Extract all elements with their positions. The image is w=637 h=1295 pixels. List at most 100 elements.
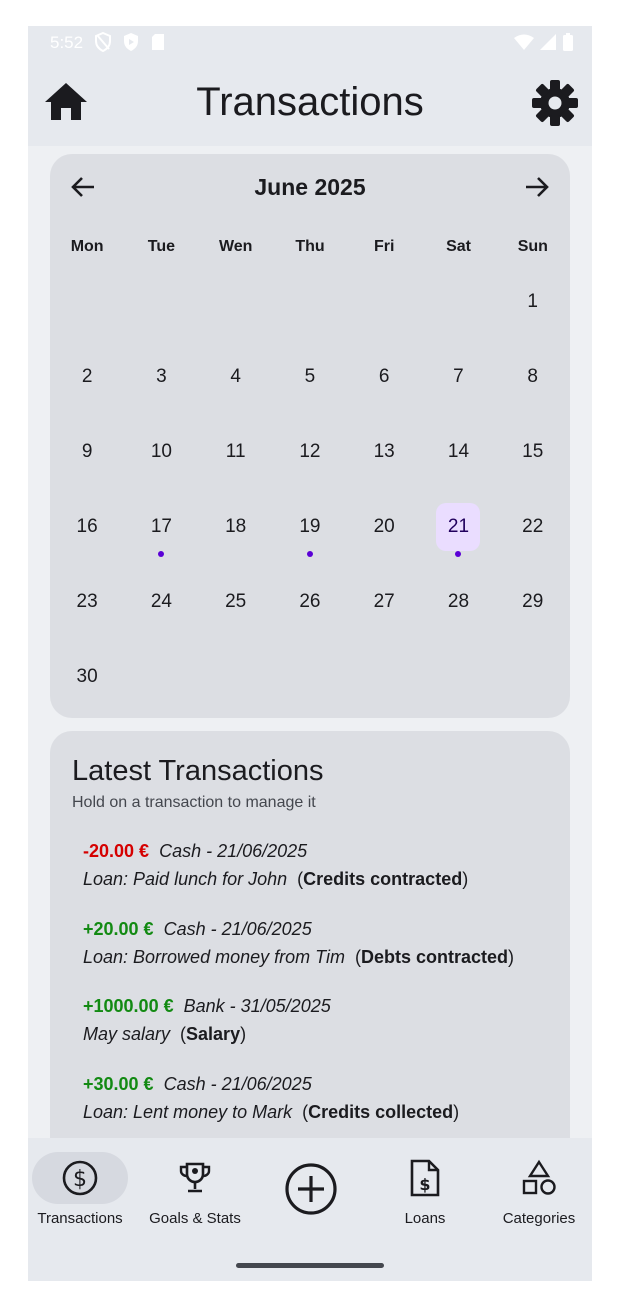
transaction-meta: Bank - 31/05/2025	[183, 996, 331, 1016]
gear-icon[interactable]	[530, 78, 580, 128]
day-number: 28	[447, 590, 470, 612]
transaction-line-1: +20.00 € Cash - 21/06/2025	[83, 915, 563, 943]
transaction-category: Credits collected	[308, 1101, 454, 1122]
day-number: 19	[299, 515, 321, 537]
weekday-label: Fri	[374, 238, 395, 255]
day-cell[interactable]: 2	[50, 339, 124, 414]
day-number: 25	[225, 590, 247, 612]
gesture-bar[interactable]	[236, 1263, 384, 1268]
transaction-description: Loan: Paid lunch for John	[83, 869, 288, 889]
arrow-right-icon[interactable]	[522, 172, 552, 202]
day-number: 20	[373, 515, 395, 537]
day-number: 16	[76, 515, 98, 537]
day-number: 27	[373, 590, 395, 612]
transaction-line-2: Loan: Paid lunch for John (Credits contr…	[83, 869, 469, 889]
transaction-dot	[306, 551, 313, 557]
day-number: 4	[230, 365, 241, 387]
day-number: 15	[522, 440, 544, 462]
day-cell[interactable]: 28	[421, 564, 495, 639]
sd-card-icon	[152, 34, 164, 50]
day-cell[interactable]: 25	[199, 564, 273, 639]
day-cell[interactable]: 1	[496, 264, 570, 339]
day-cell[interactable]: 12	[273, 414, 347, 489]
day-cell[interactable]: 30	[50, 639, 124, 714]
day-cell[interactable]: 4	[199, 339, 273, 414]
invoice-dollar-icon: $	[410, 1159, 440, 1197]
app-screen: 5:52 Transactions June 2025 Mon Tue Wen …	[28, 26, 592, 1281]
day-cell[interactable]: 17	[124, 489, 198, 564]
transaction-amount: +1000.00 €	[83, 996, 174, 1016]
day-number: 26	[299, 590, 321, 612]
day-number: 23	[76, 590, 98, 612]
day-cell[interactable]: 20	[347, 489, 421, 564]
weekday-label: Wen	[218, 238, 253, 255]
day-cell[interactable]: 16	[50, 489, 124, 564]
transaction-list: -20.00 € Cash - 21/06/2025 Loan: Paid lun…	[83, 837, 563, 1147]
dollar-circle-icon: $	[62, 1160, 98, 1196]
signal-icon	[540, 34, 556, 50]
empty-day-cell	[50, 264, 124, 339]
transaction-line-2: May salary (Salary)	[83, 1024, 247, 1044]
nav-transactions[interactable]: $ Transactions	[28, 1152, 135, 1227]
day-cell[interactable]: 15	[496, 414, 570, 489]
day-number: 29	[522, 590, 544, 612]
day-cell[interactable]: 14	[421, 414, 495, 489]
day-cell[interactable]: 23	[50, 564, 124, 639]
day-cell[interactable]: 13	[347, 414, 421, 489]
day-cell[interactable]: 8	[496, 339, 570, 414]
day-cell[interactable]: 29	[496, 564, 570, 639]
transaction-item[interactable]: +30.00 € Cash - 21/06/2025 Loan: Lent mon…	[83, 1070, 563, 1148]
transaction-item[interactable]: -20.00 € Cash - 21/06/2025 Loan: Paid lun…	[83, 837, 563, 915]
section-title: Latest Transactions	[72, 755, 324, 787]
day-number: 13	[373, 440, 395, 462]
top-app-bar: Transactions	[28, 60, 592, 146]
day-number: 11	[225, 440, 246, 462]
transaction-item[interactable]: +1000.00 € Bank - 31/05/2025 May salary (…	[83, 992, 563, 1070]
day-number: 9	[81, 440, 93, 462]
day-cell[interactable]: 21	[421, 489, 495, 564]
day-cell[interactable]: 22	[496, 489, 570, 564]
day-cell[interactable]: 19	[273, 489, 347, 564]
day-cell[interactable]: 3	[124, 339, 198, 414]
day-cell[interactable]: 9	[50, 414, 124, 489]
page-title: Transactions	[196, 80, 424, 124]
transaction-category: Credits contracted	[303, 869, 463, 889]
day-cell[interactable]: 5	[273, 339, 347, 414]
day-number: 3	[156, 365, 167, 387]
transaction-line-1: +1000.00 € Bank - 31/05/2025	[83, 992, 563, 1020]
day-number: 5	[304, 365, 316, 387]
section-hint: Hold on a transaction to manage it	[72, 794, 316, 811]
day-cell[interactable]: 27	[347, 564, 421, 639]
day-grid: 1 2 3 4 5 6 7 8 9 10 11 12 13 14 15 16 17 18 19 20 21 22 23 24 2…	[50, 264, 570, 714]
day-cell[interactable]: 11	[199, 414, 273, 489]
day-cell[interactable]: 26	[273, 564, 347, 639]
nav-goals-stats[interactable]: Goals & Stats	[140, 1152, 250, 1227]
transaction-description: Loan: Lent money to Mark	[83, 1101, 293, 1122]
transaction-dot	[158, 551, 165, 557]
day-cell[interactable]: 18	[199, 489, 273, 564]
calendar: June 2025 Mon Tue Wen Thu Fri Sat Sun 12345678…	[50, 154, 570, 718]
add-circle-icon[interactable]	[284, 1162, 338, 1216]
day-number: 30	[76, 665, 98, 687]
transaction-line-1: -20.00 € Cash - 21/06/2025	[83, 837, 563, 865]
day-number: 18	[225, 515, 247, 537]
day-cell[interactable]: 7	[421, 339, 495, 414]
empty-day-cell	[273, 264, 347, 339]
play-protect-icon	[124, 33, 138, 51]
nav-label-loans: Loans	[404, 1210, 446, 1227]
day-number: 14	[447, 440, 470, 462]
nav-categories[interactable]: Categories	[484, 1152, 592, 1227]
nav-loans[interactable]: $ Loans	[370, 1152, 480, 1227]
shapes-icon	[522, 1159, 556, 1195]
day-number: 8	[527, 365, 538, 387]
day-cell[interactable]: 24	[124, 564, 198, 639]
day-number: 1	[527, 290, 538, 312]
transaction-item[interactable]: +20.00 € Cash - 21/06/2025 Loan: Borrowed…	[83, 915, 563, 993]
day-number: 10	[150, 440, 172, 462]
empty-day-cell	[347, 264, 421, 339]
trophy-icon	[179, 1162, 211, 1193]
day-number: 21	[436, 502, 481, 551]
transaction-description: Loan: Borrowed money from Tim	[83, 946, 345, 967]
day-cell[interactable]: 6	[347, 339, 421, 414]
day-cell[interactable]: 10	[124, 414, 198, 489]
